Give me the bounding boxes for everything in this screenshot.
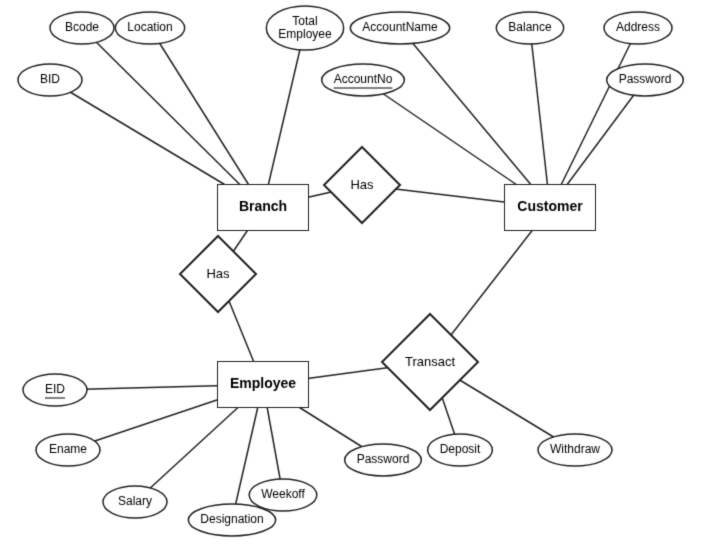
er-diagram-canvas (0, 0, 728, 548)
